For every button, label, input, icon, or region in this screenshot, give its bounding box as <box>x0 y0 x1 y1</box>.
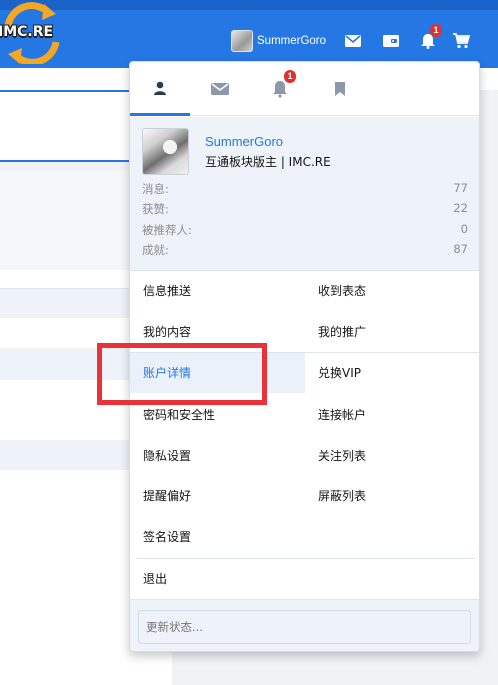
profile-card: SummerGoro 互通板块版主 | IMC.RE 消息: 77 获赞: 22… <box>130 117 479 271</box>
divider <box>0 288 140 289</box>
avatar <box>231 30 253 52</box>
menu-referrals[interactable]: 我的推广 <box>305 312 479 352</box>
background-section-header <box>0 290 140 314</box>
nav-username: SummerGoro <box>257 35 327 47</box>
menu-ignoring[interactable]: 屏蔽列表 <box>305 476 479 516</box>
status-footer <box>130 599 479 651</box>
bookmark-icon <box>335 82 345 96</box>
stat-label: 被推荐人: <box>142 223 192 237</box>
alert-count-badge: 1 <box>430 24 442 37</box>
site-logo[interactable]: IMC.RE <box>0 2 68 64</box>
stat-referrals: 被推荐人: 0 <box>142 222 468 238</box>
menu-privacy[interactable]: 隐私设置 <box>130 436 305 476</box>
stat-label: 获赞: <box>142 202 169 216</box>
top-navbar: IMC.RE SummerGoro 1 <box>0 0 498 68</box>
tab-messages[interactable] <box>190 62 250 116</box>
cart-icon[interactable] <box>452 33 470 49</box>
stat-achievements: 成就: 87 <box>142 242 468 258</box>
menu-reactions-received[interactable]: 收到表态 <box>305 271 479 311</box>
tab-account[interactable] <box>130 62 190 116</box>
stat-likes: 获赞: 22 <box>142 201 468 217</box>
nav-user-link[interactable]: SummerGoro <box>231 30 326 52</box>
highlight-annotation-box <box>97 343 267 405</box>
tab-alerts[interactable]: 1 <box>250 62 310 116</box>
user-icon <box>154 81 166 95</box>
menu-redeem-vip[interactable]: 兑换VIP <box>305 353 479 393</box>
wallet-icon[interactable] <box>382 33 400 49</box>
profile-username[interactable]: SummerGoro <box>205 134 283 149</box>
logo-text: IMC.RE <box>0 24 54 40</box>
background-panel <box>0 170 140 270</box>
background-input-box <box>0 90 140 162</box>
status-update-input[interactable] <box>138 610 471 644</box>
dropdown-tabs: 1 <box>130 62 479 116</box>
envelope-icon[interactable] <box>344 33 362 49</box>
tab-alert-badge: 1 <box>284 70 296 83</box>
stat-label: 成就: <box>142 243 169 257</box>
bell-icon <box>273 81 287 98</box>
stat-label: 消息: <box>142 182 169 196</box>
menu-signature[interactable]: 签名设置 <box>130 517 305 557</box>
profile-avatar[interactable] <box>142 128 189 175</box>
menu-following[interactable]: 关注列表 <box>305 436 479 476</box>
menu-logout[interactable]: 退出 <box>130 559 305 599</box>
envelope-icon <box>211 83 229 95</box>
menu-news-feed[interactable]: 信息推送 <box>130 271 305 311</box>
stat-value: 22 <box>453 201 468 215</box>
background-section-header <box>0 444 140 468</box>
stat-value: 77 <box>453 181 468 195</box>
navbar-strip <box>0 0 498 10</box>
tab-bookmarks[interactable] <box>310 62 370 116</box>
background-panel <box>0 270 140 288</box>
stat-messages: 消息: 77 <box>142 181 468 197</box>
menu-alert-preferences[interactable]: 提醒偏好 <box>130 476 305 516</box>
stat-value: 87 <box>453 242 468 256</box>
stat-value: 0 <box>460 222 468 236</box>
profile-user-title: 互通板块版主 | IMC.RE <box>205 155 331 169</box>
menu-connected-accounts[interactable]: 连接帐户 <box>305 395 479 435</box>
